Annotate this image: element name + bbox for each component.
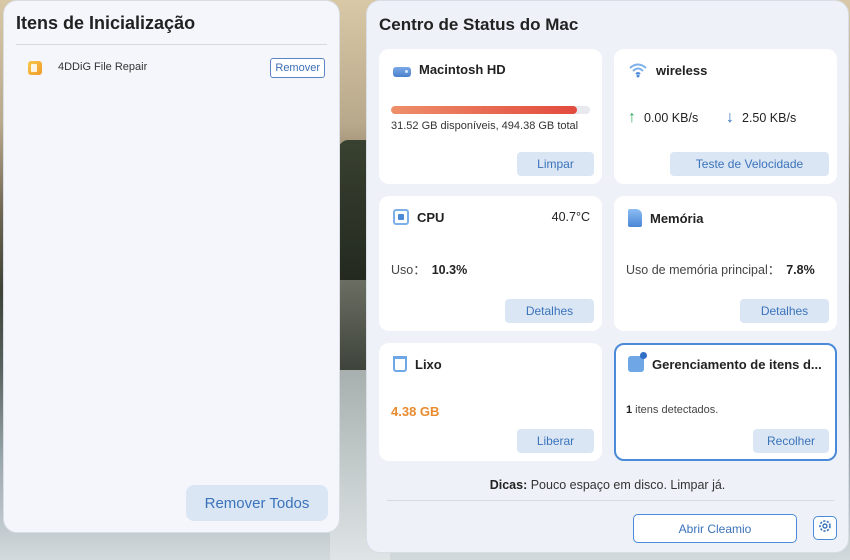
trash-size: 4.38 GB bbox=[391, 404, 440, 419]
startup-items-panel: Itens de Inicialização 4DDiG File Repair… bbox=[3, 0, 340, 533]
disk-card: Macintosh HD 31.52 GB disponíveis, 494.3… bbox=[379, 49, 602, 184]
gear-icon bbox=[817, 518, 833, 539]
cpu-card: CPU 40.7°C Uso： 10.3% Detalhes bbox=[379, 196, 602, 331]
cpu-temperature: 40.7°C bbox=[551, 210, 590, 224]
download-speed: ↓ 2.50 KB/s bbox=[726, 109, 796, 127]
startup-item-name: 4DDiG File Repair bbox=[58, 61, 148, 73]
clean-disk-button[interactable]: Limpar bbox=[517, 152, 594, 176]
disk-title: Macintosh HD bbox=[419, 62, 506, 77]
cpu-usage-label: Uso： bbox=[391, 263, 426, 277]
memory-usage-value: 7.8% bbox=[786, 263, 815, 277]
network-title: wireless bbox=[656, 62, 708, 78]
disk-usage-fill bbox=[391, 106, 578, 114]
upload-arrow-icon: ↑ bbox=[628, 109, 636, 126]
cpu-usage: Uso： 10.3% bbox=[391, 259, 467, 278]
memory-usage-label: Uso de memória principal： bbox=[626, 263, 781, 277]
wifi-icon bbox=[628, 62, 648, 78]
items-manager-card[interactable]: Gerenciamento de itens d... 1 itens dete… bbox=[614, 343, 837, 461]
memory-icon bbox=[628, 209, 642, 227]
upload-speed-value: 0.00 KB/s bbox=[644, 111, 699, 125]
disk-icon bbox=[393, 66, 411, 77]
detected-label: itens detectados. bbox=[632, 404, 719, 416]
network-card: wireless ↑ 0.00 KB/s ↓ 2.50 KB/s Teste d… bbox=[614, 49, 837, 184]
detected-items-text: 1 itens detectados. bbox=[626, 404, 718, 416]
startup-panel-title: Itens de Inicialização bbox=[16, 13, 196, 33]
tips-label: Dicas: bbox=[489, 478, 528, 492]
download-arrow-icon: ↓ bbox=[726, 109, 734, 126]
memory-card: Memória Uso de memória principal： 7.8% De… bbox=[614, 196, 837, 331]
empty-trash-button[interactable]: Liberar bbox=[517, 429, 594, 453]
cpu-details-button[interactable]: Detalhes bbox=[505, 299, 594, 323]
cpu-title: CPU bbox=[417, 209, 445, 225]
download-speed-value: 2.50 KB/s bbox=[742, 111, 797, 125]
disk-usage-bar bbox=[391, 106, 590, 114]
settings-button[interactable] bbox=[813, 516, 837, 540]
tips-text: Dicas: Pouco espaço em disco. Limpar já. bbox=[367, 478, 848, 492]
divider bbox=[16, 44, 327, 45]
memory-details-button[interactable]: Detalhes bbox=[740, 299, 829, 323]
cpu-icon bbox=[393, 209, 409, 225]
app-icon bbox=[28, 61, 42, 75]
cpu-usage-value: 10.3% bbox=[431, 263, 468, 277]
divider bbox=[387, 500, 834, 501]
manage-icon bbox=[628, 352, 647, 372]
upload-speed: ↑ 0.00 KB/s bbox=[628, 109, 698, 127]
tips-message: Pouco espaço em disco. Limpar já. bbox=[527, 478, 726, 492]
status-center-panel: Centro de Status do Mac Macintosh HD 31.… bbox=[366, 0, 849, 553]
trash-title: Lixo bbox=[415, 356, 442, 372]
memory-title: Memória bbox=[650, 210, 704, 226]
items-manager-title: Gerenciamento de itens d... bbox=[652, 356, 822, 372]
memory-usage: Uso de memória principal： 7.8% bbox=[626, 259, 815, 278]
status-panel-title: Centro de Status do Mac bbox=[379, 15, 579, 34]
open-cleamio-button[interactable]: Abrir Cleamio bbox=[633, 514, 797, 543]
speed-test-button[interactable]: Teste de Velocidade bbox=[670, 152, 829, 176]
list-item: 4DDiG File Repair Remover bbox=[16, 53, 327, 83]
remove-all-button[interactable]: Remover Todos bbox=[186, 485, 328, 521]
collapse-button[interactable]: Recolher bbox=[753, 429, 829, 453]
remove-button[interactable]: Remover bbox=[270, 58, 325, 78]
disk-usage-text: 31.52 GB disponíveis, 494.38 GB total bbox=[391, 120, 579, 132]
trash-icon bbox=[393, 356, 407, 372]
trash-card: Lixo 4.38 GB Liberar bbox=[379, 343, 602, 461]
